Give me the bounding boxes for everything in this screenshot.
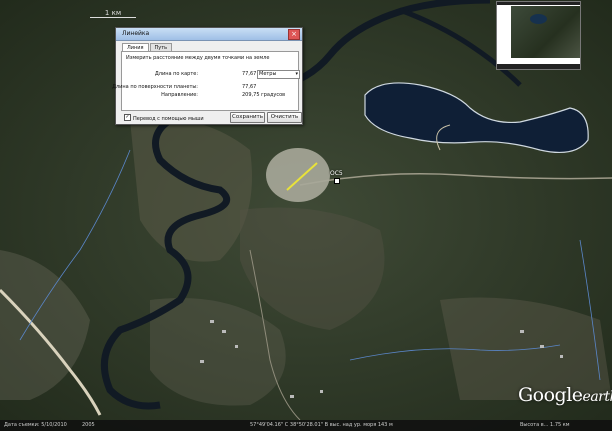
map-length-label: Длина по карте: xyxy=(154,71,198,77)
status-bar: Дата съемки: 5/10/2010 2005 57°49'04.16"… xyxy=(0,420,612,431)
cursor-coordinates: 57°49'04.16" С 38°50'28.01" В выс. над у… xyxy=(250,422,393,428)
ground-length-value: 77,67 xyxy=(242,84,257,90)
measure-panel: Измерить расстояние между двумя точками … xyxy=(112,51,300,111)
unit-select-value: Метры xyxy=(259,71,277,77)
dialog-description: Измерить расстояние между двумя точками … xyxy=(126,55,270,61)
imagery-year[interactable]: 2005 xyxy=(82,422,95,428)
eye-altitude: Высота в... 1.75 км xyxy=(520,422,570,428)
google-earth-logo: Googleearth xyxy=(518,384,612,406)
imagery-date: Дата съемки: 5/10/2010 xyxy=(4,422,67,428)
save-button[interactable]: Сохранить xyxy=(230,112,265,123)
ruler-dialog: Линейка × Линия Путь Измерить расстояние … xyxy=(112,27,303,125)
heading-value: 209,75 градусов xyxy=(242,92,286,98)
scale-bar: 1 км xyxy=(90,9,136,18)
ground-length-label: Длина по поверхности планеты: xyxy=(112,84,198,90)
overview-map[interactable] xyxy=(496,1,581,70)
map-length-value: 77,67 xyxy=(242,71,257,77)
placemark-icon xyxy=(334,178,340,184)
checkbox-box[interactable]: ✓ xyxy=(124,114,131,121)
dialog-title: Линейка xyxy=(122,30,150,37)
dialog-titlebar[interactable]: Линейка × xyxy=(116,28,302,41)
placemark-label: ОС5 xyxy=(330,170,343,177)
placemark[interactable]: ОС5 xyxy=(330,170,343,184)
chevron-down-icon: ▾ xyxy=(295,71,298,77)
unit-select[interactable]: Метры ▾ xyxy=(257,70,300,79)
heading-label: Направление: xyxy=(161,92,198,98)
mouse-nav-checkbox[interactable]: ✓ Перевод с помощью мыши xyxy=(124,114,204,122)
close-icon[interactable]: × xyxy=(288,29,300,40)
clear-button[interactable]: Очистить xyxy=(267,112,302,123)
checkbox-label: Перевод с помощью мыши xyxy=(133,116,204,122)
